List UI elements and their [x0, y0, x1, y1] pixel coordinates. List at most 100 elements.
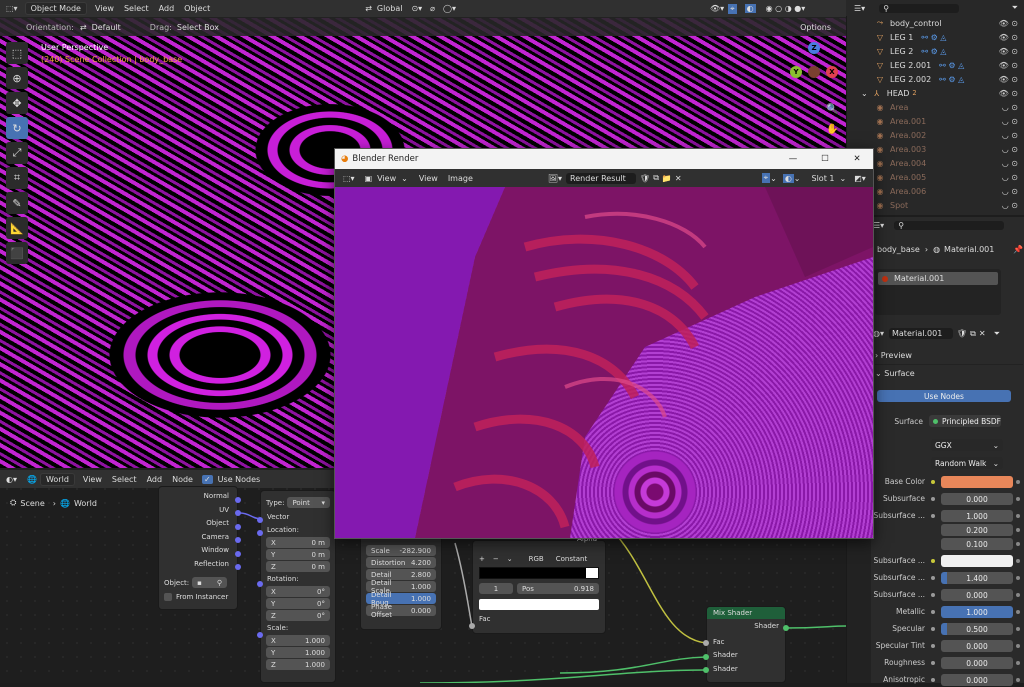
navigation-gizmo[interactable]: Z Y X	[786, 40, 838, 92]
select-box-icon[interactable]: ⬚	[6, 42, 28, 64]
unlink-icon[interactable]: ✕	[675, 174, 682, 183]
object-picker[interactable]: ▪ ⚲	[192, 577, 227, 588]
material-slot-item[interactable]: Material.001	[878, 272, 998, 285]
add-stop-button[interactable]: +	[479, 555, 485, 563]
pin-icon[interactable]: 📌	[1013, 245, 1023, 254]
gizmo-z-icon[interactable]: Z	[808, 42, 820, 54]
image-mode-icon[interactable]: ▣	[365, 174, 373, 183]
subsurface-method-dropdown[interactable]: Random Walk ⌄	[931, 457, 1003, 469]
location-x-field[interactable]: X0 m	[266, 537, 330, 548]
mode-dropdown[interactable]: Object Mode	[24, 2, 87, 15]
outliner-item[interactable]: ⤳ body_control 👁 ⊙	[847, 16, 1024, 30]
visibility-icon[interactable]: 👁▾	[710, 4, 724, 13]
socket-vector-in[interactable]	[257, 517, 263, 523]
overlay-icon[interactable]: ◐	[782, 173, 794, 183]
scale-y-field[interactable]: Y 1.000	[266, 647, 330, 658]
fake-user-icon[interactable]: 🛡	[957, 329, 967, 338]
visibility-icon[interactable]: ◡ ⊙	[1002, 201, 1018, 210]
visibility-icon[interactable]: ◡ ⊙	[1002, 131, 1018, 140]
socket-dot-icon[interactable]	[931, 627, 935, 631]
property-value-field[interactable]: 0.000	[941, 493, 1013, 505]
snap-icon[interactable]: ⌀	[430, 4, 435, 13]
keyframe-dot-icon[interactable]	[1016, 593, 1020, 597]
folder-icon[interactable]: 📁	[662, 174, 672, 183]
menu-view[interactable]: View	[90, 4, 119, 13]
duplicate-icon[interactable]: ⧉	[653, 173, 659, 183]
props-type-icon[interactable]: ☰▾	[873, 221, 884, 230]
render-result-field[interactable]: Render Result	[566, 172, 637, 184]
property-value-field[interactable]: 0.000	[941, 640, 1013, 652]
menu-add[interactable]: Add	[154, 4, 180, 13]
orientation-dropdown[interactable]: Default	[87, 23, 126, 32]
noise-scale-field[interactable]: Scale -282.900	[366, 545, 436, 556]
socket-mix-shader2[interactable]	[703, 667, 709, 673]
property-value-field[interactable]: 0.000	[941, 674, 1013, 686]
location-z-field[interactable]: Z0 m	[266, 561, 330, 572]
pan-icon[interactable]: ✋	[826, 124, 838, 135]
mapping-node[interactable]: Type: Point ▾ Vector Location: X0 m Y0 m …	[260, 490, 336, 683]
preview-panel[interactable]: › Preview	[875, 351, 1023, 365]
move-icon[interactable]: ✥	[6, 92, 28, 114]
maximize-button[interactable]: ☐	[809, 154, 841, 164]
proportional-icon[interactable]: ◯▾	[443, 4, 456, 13]
mix-shader-node[interactable]: Mix Shader Shader Fac Shader Shader	[706, 606, 786, 683]
slot-dropdown[interactable]: Slot 1	[807, 174, 840, 183]
outliner-item[interactable]: ▽ LEG 2 ⚯ ⚙ ◬ 👁 ⊙	[847, 44, 1024, 58]
socket-reflection[interactable]	[235, 564, 241, 570]
eyedropper-icon[interactable]: ⚲	[217, 579, 222, 587]
socket-dot-icon[interactable]	[931, 576, 935, 580]
socket-window[interactable]	[235, 551, 241, 557]
gizmo-neg-icon[interactable]	[808, 66, 820, 78]
minimize-button[interactable]: —	[777, 154, 809, 164]
shading-icons[interactable]: ◉ ○ ◑ ●▾	[766, 4, 806, 13]
socket-camera[interactable]	[235, 537, 241, 543]
property-value-field[interactable]: 1.000	[941, 606, 1013, 618]
socket-uv[interactable]	[235, 510, 241, 516]
socket-object[interactable]	[235, 524, 241, 530]
socket-rotation-in[interactable]	[257, 581, 263, 587]
location-y-field[interactable]: Y0 m	[266, 549, 330, 560]
visibility-icon[interactable]: ◡ ⊙	[1002, 145, 1018, 154]
property-value-field[interactable]: 0.200	[941, 524, 1013, 536]
image-browse-icon[interactable]: 🖼▾	[548, 174, 562, 183]
visibility-icon[interactable]: 👁 ⊙	[999, 75, 1018, 84]
scale-z-field[interactable]: Z 1.000	[266, 659, 330, 670]
socket-mix-shader1[interactable]	[703, 654, 709, 660]
stop-color-swatch[interactable]	[479, 599, 599, 610]
props-search-icon[interactable]: ⚲	[894, 221, 1005, 230]
material-slot-list[interactable]: Material.001	[875, 269, 1001, 315]
instancer-checkbox[interactable]	[164, 593, 172, 601]
rotation-z-field[interactable]: Z 0°	[266, 610, 330, 621]
socket-dot-icon[interactable]	[931, 610, 935, 614]
outliner-item[interactable]: ◉ Area.001 ◡ ⊙	[847, 114, 1024, 128]
material-name-field[interactable]: Material.001	[889, 328, 953, 339]
keyframe-dot-icon[interactable]	[1016, 480, 1020, 484]
keyframe-dot-icon[interactable]	[1016, 661, 1020, 665]
options-dropdown[interactable]: Options	[795, 23, 836, 32]
visibility-icon[interactable]: 👁 ⊙	[999, 89, 1018, 98]
socket-mix-fac[interactable]	[703, 640, 709, 646]
keyframe-dot-icon[interactable]	[1016, 559, 1020, 563]
socket-normal[interactable]	[235, 497, 241, 503]
fake-user-icon[interactable]: 🛡	[640, 174, 650, 183]
gizmo-x-icon[interactable]: X	[826, 66, 838, 78]
render-menu-view[interactable]: View	[372, 174, 401, 183]
render-menu-image[interactable]: Image	[443, 174, 478, 183]
stop-pos-field[interactable]: Pos 0.918	[517, 583, 599, 594]
socket-mix-out[interactable]	[783, 625, 789, 631]
keyframe-dot-icon[interactable]	[1016, 497, 1020, 501]
visibility-icon[interactable]: ◡ ⊙	[1002, 159, 1018, 168]
scale-x-field[interactable]: X 1.000	[266, 635, 330, 646]
noise-distortion-field[interactable]: Distortion 4.200	[366, 557, 436, 568]
keyframe-dot-icon[interactable]	[1016, 627, 1020, 631]
interpolation-dropdown[interactable]: Constant	[556, 555, 587, 563]
duplicate-icon[interactable]: ⧉	[970, 329, 976, 339]
visibility-icon[interactable]: ◡ ⊙	[1002, 173, 1018, 182]
keyframe-dot-icon[interactable]	[1016, 610, 1020, 614]
render-menu-view-2[interactable]: View	[414, 174, 443, 183]
surface-panel[interactable]: ⌄ Surface	[875, 369, 1023, 383]
remove-stop-button[interactable]: −	[493, 555, 499, 563]
visibility-icon[interactable]: 👁 ⊙	[999, 33, 1018, 42]
render-titlebar[interactable]: ◕ Blender Render — ☐ ✕	[335, 149, 873, 169]
keyframe-dot-icon[interactable]	[1016, 542, 1020, 546]
